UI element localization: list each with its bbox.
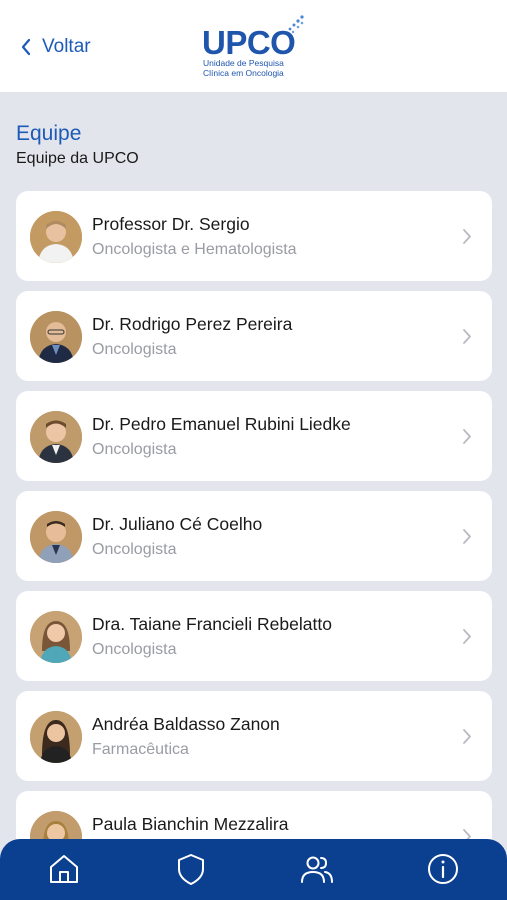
member-role: Oncologista [92,641,177,658]
member-name: Paula Bianchin Mezzalira [92,814,289,834]
chevron-right-icon [463,229,471,244]
chevron-right-icon [463,629,471,644]
tab-team[interactable] [297,849,337,889]
shield-icon [178,854,204,885]
member-name: Dr. Juliano Cé Coelho [92,514,263,534]
logo-subtitle-line2: Clínica em Oncologia [203,67,284,78]
logo-dots-icon [288,15,304,34]
tab-info[interactable] [423,849,463,889]
chevron-right-icon [463,429,471,444]
page-title: Equipe [16,122,82,145]
team-member-card[interactable]: Professor Dr. Sergio Oncologista e Hemat… [16,191,492,281]
upco-logo: UPCO Unidade de Pesquisa Clínica em Onco… [200,14,310,80]
member-role: Oncologista [92,441,177,458]
member-name: Professor Dr. Sergio [92,214,250,234]
member-role: Oncologista [92,541,177,558]
chevron-right-icon [463,729,471,744]
member-name: Dr. Pedro Emanuel Rubini Liedke [92,414,351,434]
avatar [30,711,82,763]
member-role: Oncologista [92,341,177,358]
team-member-card[interactable]: Dr. Pedro Emanuel Rubini Liedke Oncologi… [16,391,492,481]
chevron-left-icon [21,38,31,56]
team-member-card[interactable]: Dr. Juliano Cé Coelho Oncologista [16,491,492,581]
users-icon [301,856,333,883]
avatar [30,211,82,263]
member-name: Andréa Baldasso Zanon [92,714,280,734]
avatar [30,611,82,663]
top-bar: Voltar UPCO Unidade de Pesquisa Clínica … [0,0,507,92]
member-name: Dra. Taiane Francieli Rebelatto [92,614,332,634]
tab-home[interactable] [44,849,84,889]
home-icon [50,855,78,883]
chevron-right-icon [463,529,471,544]
page-subtitle: Equipe da UPCO [16,150,139,167]
avatar [30,411,82,463]
team-member-card[interactable]: Dra. Taiane Francieli Rebelatto Oncologi… [16,591,492,681]
avatar [30,511,82,563]
back-label: Voltar [42,36,91,57]
member-name: Dr. Rodrigo Perez Pereira [92,314,293,334]
member-role: Oncologista e Hematologista [92,241,297,258]
bottom-tab-bar [0,839,507,900]
back-button[interactable]: Voltar [20,34,91,60]
avatar [30,311,82,363]
logo-subtitle: Unidade de Pesquisa Clínica em Oncologia [203,58,284,78]
team-member-card[interactable]: Andréa Baldasso Zanon Farmacêutica [16,691,492,781]
member-role: Farmacêutica [92,741,189,758]
team-member-card[interactable]: Dr. Rodrigo Perez Pereira Oncologista [16,291,492,381]
info-icon [428,854,458,884]
tab-shield[interactable] [171,849,211,889]
chevron-right-icon [463,329,471,344]
